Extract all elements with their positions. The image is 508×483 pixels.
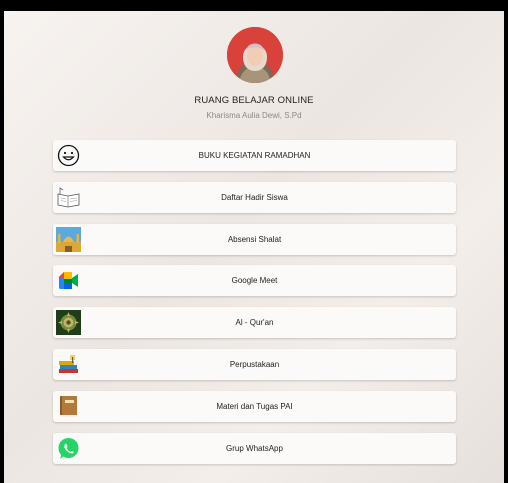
window-frame: RUANG BELAJAR ONLINE Kharisma Aulia Dewi…: [0, 0, 508, 483]
link-button-perpustakaan[interactable]: Perpustakaan: [53, 348, 456, 380]
link-label: Google Meet: [231, 276, 278, 286]
link-label: Absensi Shalat: [227, 234, 282, 244]
link-button-google-meet[interactable]: Google Meet: [53, 265, 456, 297]
avatar: [227, 27, 283, 83]
link-label: BUKU KEGIATAN RAMADHAN: [198, 151, 311, 160]
link-label: Al - Qur'an: [235, 318, 274, 328]
link-button-grup-whatsapp[interactable]: Grup WhatsApp: [53, 432, 456, 464]
profile-subtitle: Kharisma Aulia Dewi, S.Pd: [206, 111, 302, 120]
link-label: Perpustakaan: [229, 359, 280, 369]
link-button-absensi-shalat[interactable]: Absensi Shalat: [53, 223, 456, 255]
link-label: Materi dan Tugas PAI: [216, 401, 293, 411]
link-list: BUKU KEGIATAN RAMADHAN Daftar Hadir Sisw…: [53, 140, 456, 474]
link-button-al-quran[interactable]: Al - Qur'an: [53, 307, 456, 339]
link-button-buku-kegiatan-ramadhan[interactable]: BUKU KEGIATAN RAMADHAN: [53, 140, 456, 171]
linktree-page: RUANG BELAJAR ONLINE Kharisma Aulia Dewi…: [4, 11, 504, 483]
profile-name: RUANG BELAJAR ONLINE: [194, 95, 314, 106]
link-label: Grup WhatsApp: [226, 443, 283, 453]
link-button-materi-dan-tugas-pai[interactable]: Materi dan Tugas PAI: [53, 390, 456, 422]
link-label: Daftar Hadir Siswa: [221, 192, 288, 202]
link-button-daftar-hadir-siswa[interactable]: Daftar Hadir Siswa: [53, 181, 456, 213]
